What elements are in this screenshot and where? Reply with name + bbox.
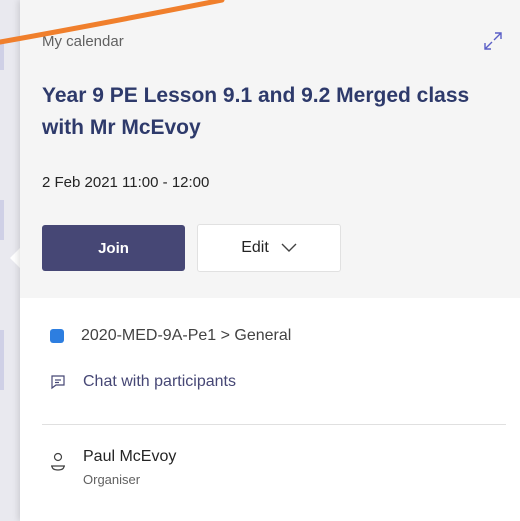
background-mark <box>0 330 4 390</box>
event-title: Year 9 PE Lesson 9.1 and 9.2 Merged clas… <box>42 84 470 139</box>
background-mark <box>0 40 4 70</box>
expand-icon[interactable] <box>482 30 504 52</box>
background-app-strip <box>0 0 20 521</box>
join-button[interactable]: Join <box>42 225 185 271</box>
meeting-details-card: My calendar Year 9 PE Lesson 9.1 and 9.2… <box>20 0 520 521</box>
join-button-label: Join <box>98 239 129 257</box>
card-header: My calendar Year 9 PE Lesson 9.1 and 9.2… <box>20 0 520 298</box>
chat-label: Chat with participants <box>83 373 236 390</box>
event-datetime: 2 Feb 2021 11:00 - 12:00 <box>42 174 210 191</box>
teams-channel-icon <box>50 329 64 343</box>
channel-label: 2020-MED-9A-Pe1 > General <box>81 327 292 344</box>
chevron-down-icon <box>281 243 297 252</box>
person-icon <box>51 452 65 471</box>
organiser-row: Paul McEvoy Organiser <box>50 448 176 487</box>
calendar-label: My calendar <box>42 33 124 50</box>
chat-icon <box>51 375 65 390</box>
edit-button[interactable]: Edit <box>197 224 341 272</box>
channel-link[interactable]: 2020-MED-9A-Pe1 > General <box>50 327 291 345</box>
organiser-info: Paul McEvoy Organiser <box>83 448 176 487</box>
edit-button-label: Edit <box>241 239 269 256</box>
divider <box>42 424 506 425</box>
organiser-name[interactable]: Paul McEvoy <box>83 448 176 466</box>
popover-pointer <box>10 248 20 268</box>
chat-with-participants-link[interactable]: Chat with participants <box>50 373 236 391</box>
organiser-role: Organiser <box>83 472 141 487</box>
background-mark <box>0 200 4 240</box>
